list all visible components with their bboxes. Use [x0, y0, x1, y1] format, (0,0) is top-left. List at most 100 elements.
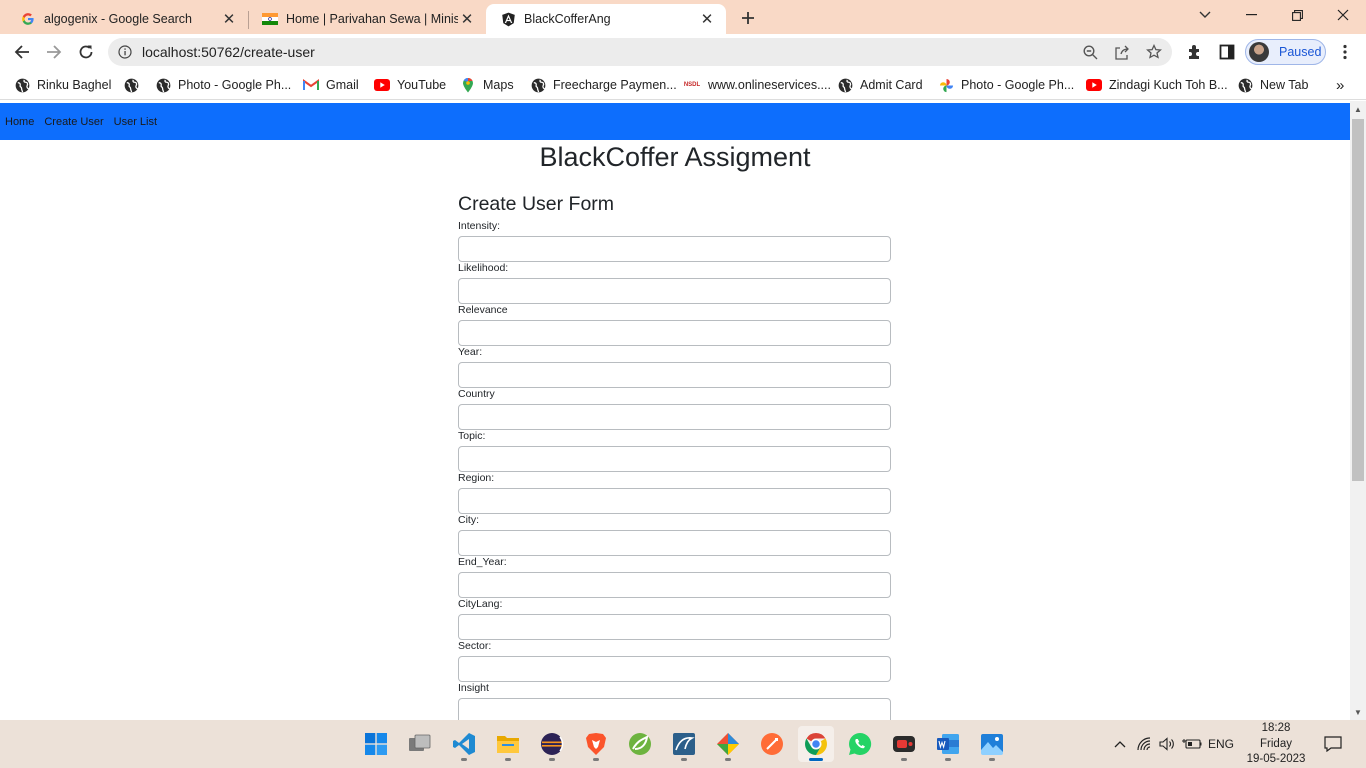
screen-recorder-icon[interactable] — [886, 726, 922, 762]
forward-button[interactable] — [40, 38, 68, 66]
system-clock[interactable]: 18:28 Friday 19-05-2023 — [1240, 721, 1312, 768]
share-icon[interactable] — [1112, 42, 1132, 62]
region-input[interactable] — [458, 488, 891, 514]
notifications-icon[interactable] — [1322, 734, 1344, 754]
word-icon[interactable] — [930, 726, 966, 762]
tab-google-search[interactable]: algogenix - Google Search ✕ — [6, 4, 249, 34]
extensions-button[interactable] — [1181, 38, 1209, 66]
field-region: Region: — [458, 472, 891, 514]
tab-strip: algogenix - Google Search ✕ Home | Pariv… — [0, 0, 1366, 34]
nav-link-user-list[interactable]: User List — [114, 116, 157, 128]
active-indicator — [809, 758, 823, 761]
network-icon[interactable] — [1134, 734, 1156, 754]
city-input[interactable] — [458, 530, 891, 556]
close-tab-icon[interactable]: ✕ — [458, 10, 476, 28]
language-indicator[interactable]: ENG — [1206, 734, 1236, 754]
minimize-icon — [1245, 14, 1257, 16]
windows-start-icon[interactable] — [358, 726, 394, 762]
close-window-button[interactable] — [1320, 0, 1366, 30]
youtube-icon — [1086, 77, 1102, 93]
bookmark-label: Freecharge Paymen... — [553, 78, 677, 92]
bookmark-rinku-baghel[interactable]: Rinku Baghel — [14, 76, 111, 94]
vscode-icon[interactable] — [446, 726, 482, 762]
minimize-button[interactable] — [1228, 0, 1274, 30]
mysql-workbench-icon[interactable] — [666, 726, 702, 762]
relevance-input[interactable] — [458, 320, 891, 346]
globe-icon — [155, 77, 171, 93]
bookmark-zindagi[interactable]: Zindagi Kuch Toh B... — [1086, 76, 1228, 94]
zoom-icon[interactable] — [1080, 42, 1100, 62]
battery-icon[interactable] — [1180, 734, 1204, 754]
more-bookmarks-button[interactable]: » — [1336, 76, 1344, 94]
tab-parivahan[interactable]: Home | Parivahan Sewa | Ministry ✕ — [248, 4, 487, 34]
end-year-input[interactable] — [458, 572, 891, 598]
angular-icon — [500, 11, 516, 27]
bookmark-onlineservices[interactable]: NSDL www.onlineservices.... — [683, 76, 831, 94]
google-photos-icon — [938, 77, 954, 93]
bookmark-freecharge[interactable]: Freecharge Paymen... — [530, 76, 677, 94]
tab-search-button[interactable] — [1182, 0, 1228, 30]
year-input[interactable] — [458, 362, 891, 388]
spring-tools-icon[interactable] — [622, 726, 658, 762]
create-user-form: Create User Form Intensity: Likelihood: … — [458, 193, 891, 720]
git-gui-icon[interactable] — [710, 726, 746, 762]
bookmark-youtube[interactable]: YouTube — [374, 76, 446, 94]
tab-blackcofferang[interactable]: BlackCofferAng ✕ — [486, 4, 726, 34]
brave-icon[interactable] — [578, 726, 614, 762]
nav-link-home[interactable]: Home — [5, 116, 34, 128]
scrollbar-thumb[interactable] — [1352, 119, 1364, 481]
bookmark-unnamed[interactable] — [123, 76, 139, 94]
close-tab-icon[interactable]: ✕ — [698, 10, 716, 28]
chevron-up-icon — [1114, 741, 1126, 748]
page-viewport: Home Create User User List BlackCoffer A… — [0, 101, 1350, 720]
menu-button[interactable] — [1331, 38, 1359, 66]
bookmark-google-photos[interactable]: Photo - Google Ph... — [938, 76, 1074, 94]
volume-icon[interactable] — [1156, 734, 1178, 754]
task-view-icon[interactable] — [402, 726, 438, 762]
scroll-up-icon[interactable]: ▲ — [1350, 101, 1366, 117]
eclipse-icon[interactable] — [534, 726, 570, 762]
country-input[interactable] — [458, 404, 891, 430]
topic-input[interactable] — [458, 446, 891, 472]
postman-icon[interactable] — [754, 726, 790, 762]
back-button[interactable] — [8, 38, 36, 66]
sector-input[interactable] — [458, 656, 891, 682]
intensity-input[interactable] — [458, 236, 891, 262]
bookmark-star-icon[interactable] — [1144, 42, 1164, 62]
insight-input[interactable] — [458, 698, 891, 720]
bookmark-gmail[interactable]: Gmail — [303, 76, 359, 94]
field-country: Country — [458, 388, 891, 430]
running-indicator — [549, 758, 555, 761]
show-hidden-icons-button[interactable] — [1110, 734, 1130, 754]
file-explorer-icon[interactable] — [490, 726, 526, 762]
restore-button[interactable] — [1274, 0, 1320, 30]
citylang-input[interactable] — [458, 614, 891, 640]
bookmark-label: Photo - Google Ph... — [961, 78, 1075, 92]
nav-link-create-user[interactable]: Create User — [44, 116, 103, 128]
running-indicator — [505, 758, 511, 761]
globe-icon — [1237, 77, 1253, 93]
profile-button[interactable]: Paused — [1245, 39, 1326, 65]
bookmark-photo-google[interactable]: Photo - Google Ph... — [155, 76, 291, 94]
bookmark-new-tab[interactable]: New Tab — [1237, 76, 1308, 94]
chrome-icon[interactable] — [798, 726, 834, 762]
field-label: Region: — [458, 472, 495, 484]
new-tab-button[interactable] — [736, 6, 760, 30]
close-tab-icon[interactable]: ✕ — [220, 10, 238, 28]
bookmark-maps[interactable]: Maps — [460, 76, 514, 94]
field-sector: Sector: — [458, 640, 891, 682]
field-label: Insight — [458, 682, 489, 694]
field-label: Topic: — [458, 430, 486, 442]
reload-button[interactable] — [72, 38, 100, 66]
bookmark-admit-card[interactable]: Admit Card — [837, 76, 923, 94]
whatsapp-icon[interactable] — [842, 726, 878, 762]
side-panel-button[interactable] — [1213, 38, 1241, 66]
photos-icon[interactable] — [974, 726, 1010, 762]
scroll-down-icon[interactable]: ▼ — [1350, 704, 1366, 720]
likelihood-input[interactable] — [458, 278, 891, 304]
address-bar[interactable]: localhost:50762/create-user — [108, 38, 1172, 66]
youtube-icon — [374, 77, 390, 93]
page-scrollbar[interactable]: ▲ ▼ — [1350, 101, 1366, 720]
tab-title: BlackCofferAng — [524, 12, 611, 26]
field-relevance: Relevance — [458, 304, 891, 346]
